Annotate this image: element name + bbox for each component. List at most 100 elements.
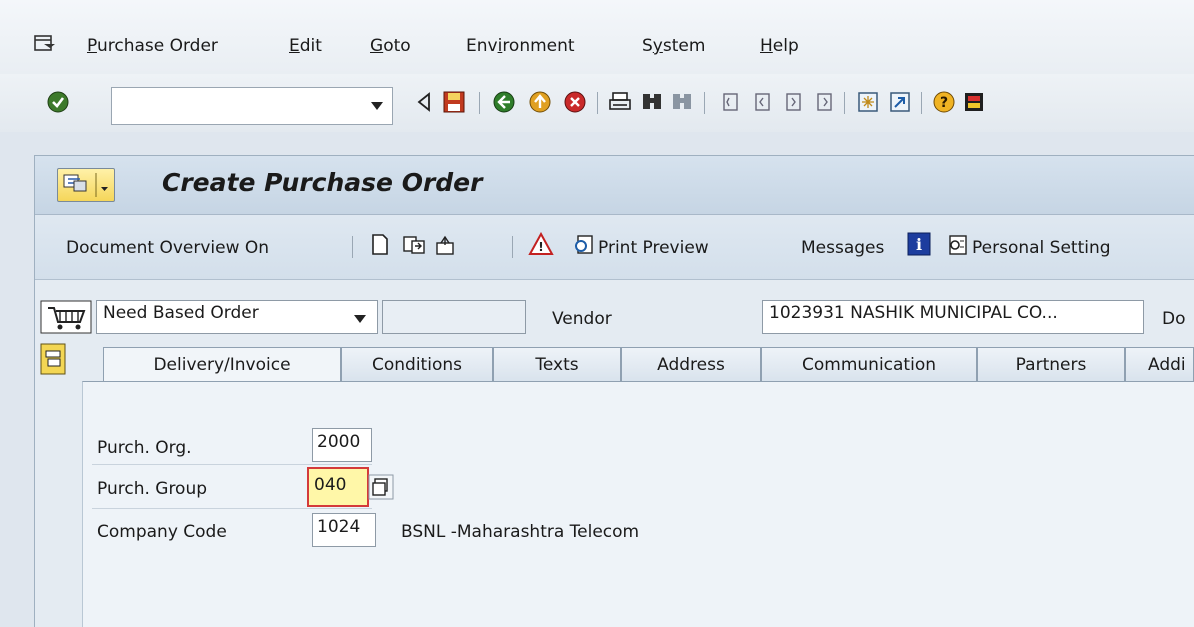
cancel-icon[interactable] [563, 90, 587, 114]
toolbar-separator [352, 236, 353, 258]
first-page-icon[interactable] [718, 90, 742, 114]
toolbar-separator [512, 236, 513, 258]
purch-group-label: Purch. Group [97, 479, 208, 499]
company-code-label: Company Code [97, 522, 227, 542]
hold-icon[interactable] [434, 233, 458, 257]
previous-page-icon[interactable] [750, 90, 774, 114]
tab-delivery-invoice[interactable]: Delivery/Invoice [103, 347, 341, 381]
menu-rest: ronment [502, 36, 575, 56]
svg-text:?: ? [940, 95, 948, 111]
print-preview-icon[interactable] [572, 233, 596, 257]
purch-org-label: Purch. Org. [97, 438, 192, 458]
menu-rest: oto [383, 36, 411, 56]
print-icon[interactable] [608, 90, 632, 114]
next-page-icon[interactable] [781, 90, 805, 114]
menu-accel: P [87, 36, 97, 56]
cart-icon[interactable] [40, 300, 92, 334]
menu-edit[interactable]: Edit [289, 36, 322, 56]
purch-group-value: 040 [314, 475, 347, 495]
tab-label: Texts [535, 354, 579, 375]
menu-system[interactable]: System [642, 36, 705, 56]
tab-label: Conditions [372, 354, 462, 375]
vendor-label: Vendor [552, 309, 612, 329]
purch-group-field[interactable]: 040 [307, 467, 369, 507]
tab-communication[interactable]: Communication [761, 347, 977, 381]
help-icon[interactable]: ? [932, 90, 956, 114]
screen-menu-button[interactable] [57, 168, 115, 202]
new-session-icon[interactable] [856, 90, 880, 114]
menu-environment[interactable]: Environment [466, 36, 575, 56]
tab-label: Partners [1015, 354, 1087, 375]
last-page-icon[interactable] [812, 90, 836, 114]
po-number-field[interactable] [382, 300, 526, 334]
tab-label: Communication [802, 354, 936, 375]
check-icon[interactable]: ! [528, 231, 554, 258]
menu-goto[interactable]: Goto [370, 36, 411, 56]
messages-button[interactable]: Messages [801, 238, 884, 258]
shortcut-icon[interactable] [888, 90, 912, 114]
row-divider [92, 508, 372, 509]
menu-accel: E [289, 36, 300, 56]
tab-additional-data[interactable]: Addi [1125, 347, 1194, 381]
find-icon[interactable] [640, 90, 664, 114]
company-code-text: BSNL -Maharashtra Telecom [401, 522, 640, 542]
new-document-icon[interactable] [370, 233, 390, 257]
expand-header-icon[interactable] [40, 343, 66, 375]
svg-text:!: ! [538, 240, 543, 254]
tab-texts[interactable]: Texts [493, 347, 621, 381]
menu-purchase-order[interactable]: Purchase Order [87, 36, 218, 56]
menu-pre: Env [466, 36, 498, 56]
svg-text:i: i [916, 235, 922, 254]
row-divider [92, 464, 372, 465]
tab-panel [82, 381, 1194, 627]
exit-icon[interactable] [528, 90, 552, 114]
layout-menu-icon[interactable] [962, 90, 986, 114]
menu-accel: y [652, 36, 663, 56]
find-next-icon[interactable] [670, 90, 694, 114]
page-title: Create Purchase Order [162, 168, 483, 197]
company-code-value: 1024 [317, 517, 361, 537]
other-purchase-order-icon[interactable] [402, 233, 426, 257]
chevron-down-icon[interactable] [352, 310, 368, 323]
tab-label: Delivery/Invoice [153, 354, 291, 375]
toolbar-separator [844, 92, 845, 114]
company-code-field[interactable]: 1024 [312, 513, 376, 547]
doc-date-label: Do [1162, 309, 1186, 329]
back-icon[interactable] [492, 90, 516, 114]
personal-setting-icon[interactable] [946, 233, 970, 257]
menu-rest: stem [662, 36, 706, 56]
value-help-icon[interactable] [368, 474, 394, 500]
vendor-field[interactable]: 1023931 NASHIK MUNICIPAL CO... [762, 300, 1144, 334]
tab-address[interactable]: Address [621, 347, 761, 381]
print-preview-button[interactable]: Print Preview [598, 238, 709, 258]
tab-conditions[interactable]: Conditions [341, 347, 493, 381]
toolbar-separator [704, 92, 705, 114]
collapse-toolbar-icon[interactable] [412, 90, 436, 114]
menu-pre: S [642, 36, 653, 56]
personal-setting-button[interactable]: Personal Setting [972, 238, 1111, 258]
document-overview-button[interactable]: Document Overview On [66, 238, 269, 258]
tab-partners[interactable]: Partners [977, 347, 1125, 381]
order-type-value: Need Based Order [103, 303, 259, 323]
info-icon[interactable]: i [907, 232, 931, 256]
save-icon[interactable] [442, 90, 466, 114]
menu-accel: H [760, 36, 773, 56]
menu-help[interactable]: Help [760, 36, 799, 56]
toolbar-separator [597, 92, 598, 114]
purch-org-field[interactable]: 2000 [312, 428, 372, 462]
toolbar-separator [479, 92, 480, 114]
menu-icon [63, 173, 108, 197]
tab-label: Address [657, 354, 725, 375]
order-type-select[interactable]: Need Based Order [96, 300, 378, 334]
toolbar-separator [921, 92, 922, 114]
vendor-value: 1023931 NASHIK MUNICIPAL CO... [769, 303, 1058, 323]
enter-check-icon[interactable] [46, 90, 70, 114]
menu-accel: G [370, 36, 384, 56]
purch-org-value: 2000 [317, 432, 361, 452]
menu-rest: dit [299, 36, 322, 56]
system-menu-icon[interactable] [34, 34, 56, 54]
command-field[interactable] [111, 87, 393, 125]
tab-label: Addi [1148, 354, 1186, 375]
menu-rest: urchase Order [96, 36, 218, 56]
chevron-down-icon[interactable] [367, 94, 387, 118]
